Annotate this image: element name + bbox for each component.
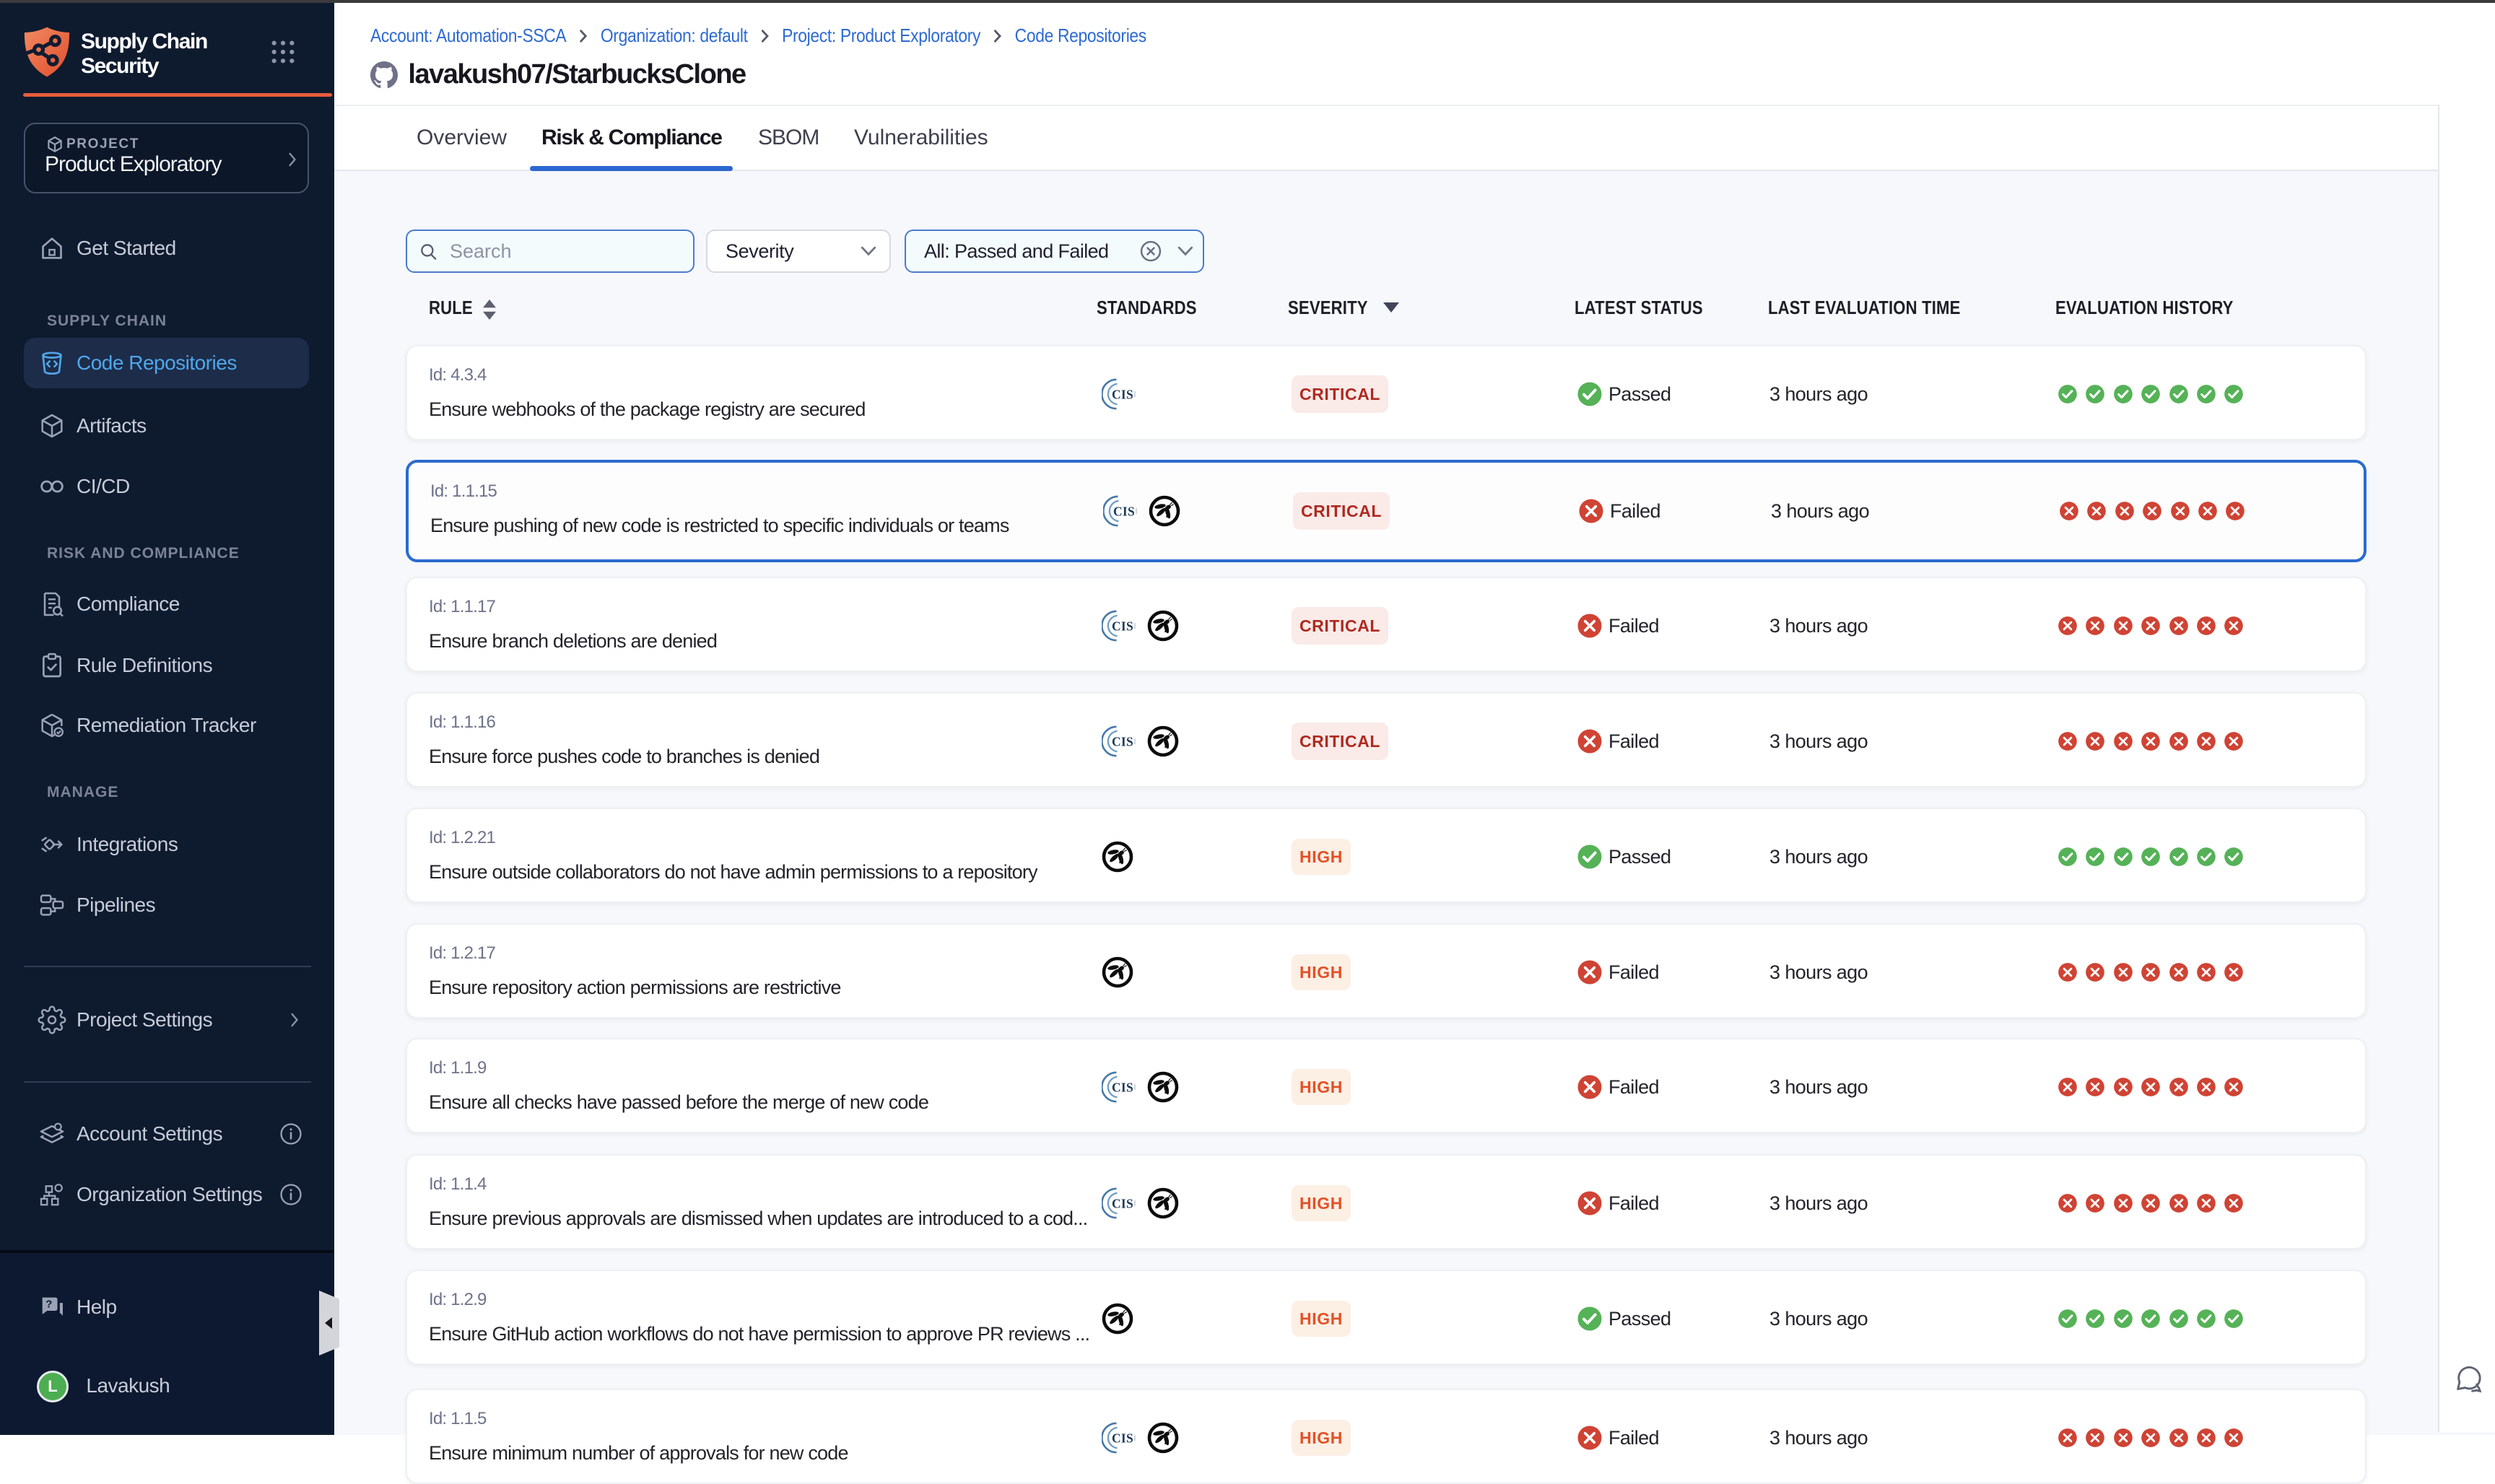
svg-text:CIS: CIS [1112, 1081, 1133, 1095]
svg-text:CIS: CIS [1112, 1197, 1133, 1211]
svg-text:CIS: CIS [1113, 505, 1135, 519]
svg-text:CIS: CIS [1112, 388, 1133, 402]
svg-text:CIS: CIS [1112, 1431, 1133, 1446]
svg-text:CIS: CIS [1112, 619, 1133, 634]
svg-text:?: ? [45, 1298, 52, 1311]
svg-text:CIS: CIS [1112, 735, 1133, 749]
